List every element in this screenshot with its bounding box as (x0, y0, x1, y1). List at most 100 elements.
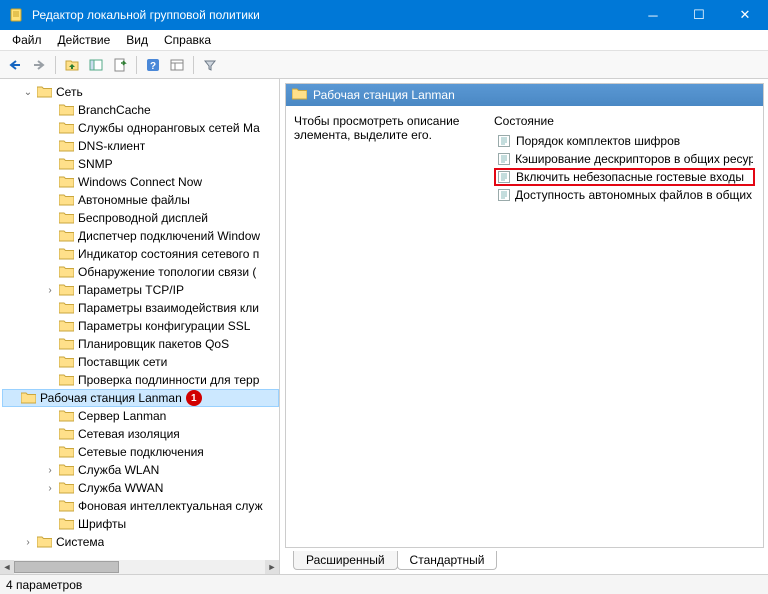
tree-scroll[interactable]: ⌄Сеть BranchCache Службы одноранговых сете… (0, 79, 279, 560)
setting-item[interactable]: Кэширование дескрипторов в общих ресурса (494, 150, 755, 168)
tree-item-label: Обнаружение топологии связи ( (78, 265, 256, 279)
setting-label: Порядок комплектов шифров (516, 134, 680, 148)
scroll-left-button[interactable]: ◄ (0, 560, 14, 574)
tree-item[interactable]: Диспетчер подключений Window (2, 227, 279, 245)
setting-item[interactable]: Порядок комплектов шифров (494, 132, 755, 150)
export-list-button[interactable] (109, 54, 131, 76)
tree-item[interactable]: Шрифты (2, 515, 279, 533)
tree-item[interactable]: › Служба WLAN (2, 461, 279, 479)
tree-item-label: Службы одноранговых сетей Ма (78, 121, 260, 135)
folder-icon (58, 247, 74, 261)
tree-item[interactable]: Обнаружение топологии связи ( (2, 263, 279, 281)
setting-icon (496, 133, 512, 149)
tree-pane: ⌄Сеть BranchCache Службы одноранговых сете… (0, 79, 280, 574)
tree-item-label: BranchCache (78, 103, 151, 117)
tab-standard[interactable]: Стандартный (397, 551, 498, 570)
tree-item[interactable]: Рабочая станция Lanman1 (2, 389, 279, 407)
tree-item-label: Фоновая интеллектуальная служ (78, 499, 263, 513)
expand-icon[interactable]: › (44, 483, 56, 494)
folder-icon (58, 481, 74, 495)
tree-item[interactable]: Поставщик сети (2, 353, 279, 371)
tree-item[interactable]: Службы одноранговых сетей Ма (2, 119, 279, 137)
minimize-button[interactable]: ─ (630, 0, 676, 30)
folder-icon (20, 391, 36, 405)
tabs: Расширенный Стандартный (285, 548, 764, 570)
setting-label: Включить небезопасные гостевые входы (516, 170, 744, 184)
up-button[interactable] (61, 54, 83, 76)
tree-item[interactable]: SNMP (2, 155, 279, 173)
forward-button[interactable] (28, 54, 50, 76)
folder-icon (58, 373, 74, 387)
tree-item[interactable]: Проверка подлинности для терр (2, 371, 279, 389)
tab-extended[interactable]: Расширенный (293, 551, 398, 570)
tree-item[interactable]: › Параметры TCP/IP (2, 281, 279, 299)
tree-item[interactable]: Сетевые подключения (2, 443, 279, 461)
tree-item-label: Рабочая станция Lanman (40, 391, 182, 405)
tree-item[interactable]: Параметры конфигурации SSL (2, 317, 279, 335)
settings-list: Состояние Порядок комплектов шифров Кэшир… (494, 114, 755, 539)
maximize-button[interactable]: ☐ (676, 0, 722, 30)
horizontal-scrollbar[interactable]: ◄ ► (0, 560, 279, 574)
menu-action[interactable]: Действие (50, 31, 119, 49)
tree-item[interactable]: Беспроводной дисплей (2, 209, 279, 227)
folder-icon (58, 445, 74, 459)
folder-icon (58, 319, 74, 333)
setting-label: Кэширование дескрипторов в общих ресурса (515, 152, 753, 166)
tree-item[interactable]: Сетевая изоляция (2, 425, 279, 443)
tree-item-label: Служба WLAN (78, 463, 159, 477)
menu-view[interactable]: Вид (118, 31, 156, 49)
show-hide-tree-button[interactable] (85, 54, 107, 76)
setting-item[interactable]: 2Включить небезопасные гостевые входы (494, 168, 755, 186)
menu-help[interactable]: Справка (156, 31, 219, 49)
tree-item[interactable]: BranchCache (2, 101, 279, 119)
tree-item[interactable]: Автономные файлы (2, 191, 279, 209)
folder-icon (58, 499, 74, 513)
scroll-track[interactable] (14, 560, 265, 574)
tree-item[interactable]: ⌄Сеть (2, 83, 279, 101)
scroll-thumb[interactable] (14, 561, 119, 573)
tree-item[interactable]: Фоновая интеллектуальная служ (2, 497, 279, 515)
tree-item-label: Индикатор состояния сетевого п (78, 247, 259, 261)
expand-icon[interactable]: ⌄ (22, 87, 34, 98)
folder-icon (58, 121, 74, 135)
column-state[interactable]: Состояние (494, 114, 755, 128)
folder-icon (58, 463, 74, 477)
setting-label: Доступность автономных файлов в общих ре (515, 188, 753, 202)
folder-icon (58, 211, 74, 225)
setting-item[interactable]: Доступность автономных файлов в общих ре (494, 186, 755, 204)
folder-icon (58, 193, 74, 207)
content: ⌄Сеть BranchCache Службы одноранговых сете… (0, 79, 768, 574)
folder-icon (58, 139, 74, 153)
close-button[interactable]: ✕ (722, 0, 768, 30)
setting-icon (496, 151, 511, 167)
expand-icon[interactable]: › (44, 465, 56, 476)
tree: ⌄Сеть BranchCache Службы одноранговых сете… (0, 79, 279, 555)
tree-item[interactable]: DNS-клиент (2, 137, 279, 155)
filter-button[interactable] (199, 54, 221, 76)
tree-item-label: Параметры конфигурации SSL (78, 319, 250, 333)
expand-icon[interactable]: › (22, 537, 34, 548)
tree-item[interactable]: Планировщик пакетов QoS (2, 335, 279, 353)
expand-icon[interactable]: › (44, 285, 56, 296)
tree-item[interactable]: Индикатор состояния сетевого п (2, 245, 279, 263)
tree-item[interactable]: ›Служба WWAN (2, 479, 279, 497)
tree-item[interactable]: Параметры взаимодействия кли (2, 299, 279, 317)
tree-item-label: Параметры TCP/IP (78, 283, 184, 297)
properties-button[interactable] (166, 54, 188, 76)
help-button[interactable]: ? (142, 54, 164, 76)
statusbar: 4 параметров (0, 574, 768, 594)
toolbar: ? (0, 51, 768, 79)
tree-item[interactable]: Windows Connect Now (2, 173, 279, 191)
separator-icon (136, 56, 137, 74)
menu-file[interactable]: Файл (4, 31, 50, 49)
folder-icon (58, 175, 74, 189)
tree-item-label: DNS-клиент (78, 139, 145, 153)
scroll-right-button[interactable]: ► (265, 560, 279, 574)
tree-item[interactable]: Сервер Lanman (2, 407, 279, 425)
tree-item-label: Планировщик пакетов QoS (78, 337, 229, 351)
right-inner: Рабочая станция Lanman Чтобы просмотреть… (285, 83, 764, 548)
back-button[interactable] (4, 54, 26, 76)
folder-icon (36, 85, 52, 99)
tree-item[interactable]: ›Система (2, 533, 279, 551)
tree-item-label: Автономные файлы (78, 193, 190, 207)
